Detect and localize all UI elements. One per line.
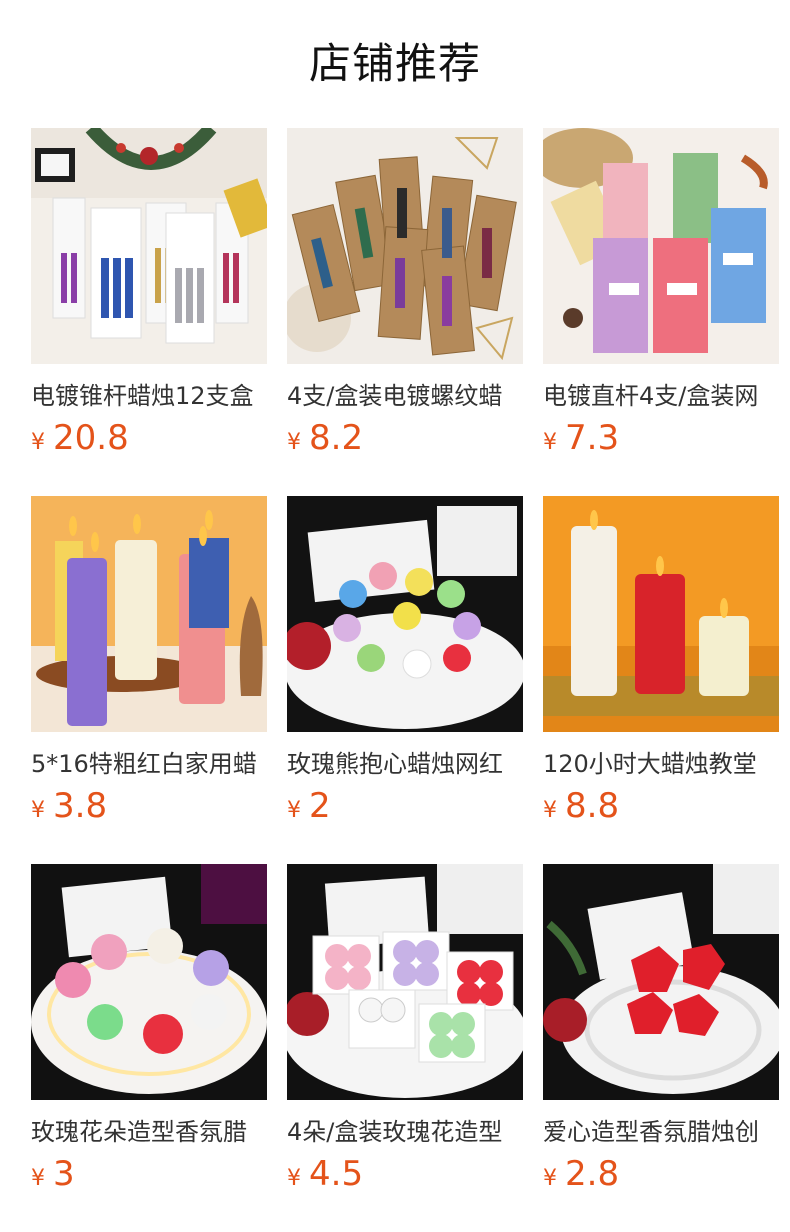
product-image[interactable] (31, 496, 267, 732)
product-name[interactable]: 玫瑰花朵造型香氛腊 (31, 1116, 267, 1148)
product-price: ¥3.8 (31, 786, 107, 826)
page-title: 店铺推荐 (308, 39, 481, 88)
currency-symbol: ¥ (287, 1166, 301, 1191)
currency-symbol: ¥ (31, 798, 45, 823)
product-price: ¥2.8 (543, 1154, 619, 1194)
product-grid: 电镀锥杆蜡烛12支盒 ¥20.8 4支/盒装电镀螺纹蜡 ¥ 8.2 电镀直杆4支… (31, 128, 779, 1232)
product-image[interactable] (287, 496, 523, 732)
product-price: ¥20.8 (31, 418, 129, 458)
product-price: ¥7.3 (543, 418, 619, 458)
price-value: 20.8 (53, 418, 129, 458)
product-price: ¥3 (31, 1154, 75, 1194)
product-price: ¥4.5 (287, 1154, 363, 1194)
product-card[interactable]: 4朵/盒装玫瑰花造型 ¥4.5 (287, 864, 523, 1232)
product-card[interactable]: 玫瑰熊抱心蜡烛网红 ¥2 (287, 496, 523, 864)
price-value: 3.8 (53, 786, 108, 826)
product-name[interactable]: 120小时大蜡烛教堂 (543, 748, 779, 780)
product-card[interactable]: 120小时大蜡烛教堂 ¥8.8 (543, 496, 779, 864)
price-value: 2.8 (565, 1154, 620, 1194)
currency-symbol: ¥ (543, 430, 557, 455)
product-card[interactable]: 4支/盒装电镀螺纹蜡 ¥8.2 (287, 128, 523, 496)
product-card[interactable]: 电镀锥杆蜡烛12支盒 ¥20.8 (31, 128, 267, 496)
currency-symbol: ¥ (287, 430, 301, 455)
price-value: 8.2 (309, 418, 364, 458)
product-price: ¥8.8 (543, 786, 619, 826)
product-image[interactable] (287, 128, 523, 364)
currency-symbol: ¥ (543, 798, 557, 823)
price-value: 4.5 (309, 1154, 364, 1194)
product-price: ¥8.2 (287, 418, 363, 458)
price-value: 3 (53, 1154, 75, 1194)
product-image[interactable] (543, 496, 779, 732)
product-name[interactable]: 4支/盒装电镀螺纹蜡 (287, 380, 523, 412)
product-card[interactable]: 爱心造型香氛腊烛创 ¥2.8 (543, 864, 779, 1232)
price-value: 2 (309, 786, 331, 826)
currency-symbol: ¥ (287, 798, 301, 823)
product-name[interactable]: 4朵/盒装玫瑰花造型 (287, 1116, 523, 1148)
currency-symbol: ¥ (543, 1166, 557, 1191)
product-image[interactable] (287, 864, 523, 1100)
product-price: ¥2 (287, 786, 331, 826)
price-value: 8.8 (565, 786, 620, 826)
product-image[interactable] (31, 128, 267, 364)
product-name[interactable]: 5*16特粗红白家用蜡 (31, 748, 267, 780)
product-image[interactable] (543, 128, 779, 364)
product-name[interactable]: 电镀锥杆蜡烛12支盒 (31, 380, 267, 412)
currency-symbol: ¥ (31, 1166, 45, 1191)
product-name[interactable]: 爱心造型香氛腊烛创 (543, 1116, 779, 1148)
product-name[interactable]: 玫瑰熊抱心蜡烛网红 (287, 748, 523, 780)
product-card[interactable]: 5*16特粗红白家用蜡 ¥3.8 (31, 496, 267, 864)
currency-symbol: ¥ (31, 430, 45, 455)
product-image[interactable] (31, 864, 267, 1100)
product-name[interactable]: 电镀直杆4支/盒装网 (543, 380, 779, 412)
product-card[interactable]: 玫瑰花朵造型香氛腊 ¥3 (31, 864, 267, 1232)
store-recommend-page: 店铺推荐 电镀锥杆蜡烛12支盒 ¥ 20.8 4支/盒装电镀螺纹蜡 ¥ 8.2 … (0, 0, 790, 1232)
product-card[interactable]: 电镀直杆4支/盒装网 ¥7.3 (543, 128, 779, 496)
price-value: 7.3 (565, 418, 620, 458)
product-image[interactable] (543, 864, 779, 1100)
